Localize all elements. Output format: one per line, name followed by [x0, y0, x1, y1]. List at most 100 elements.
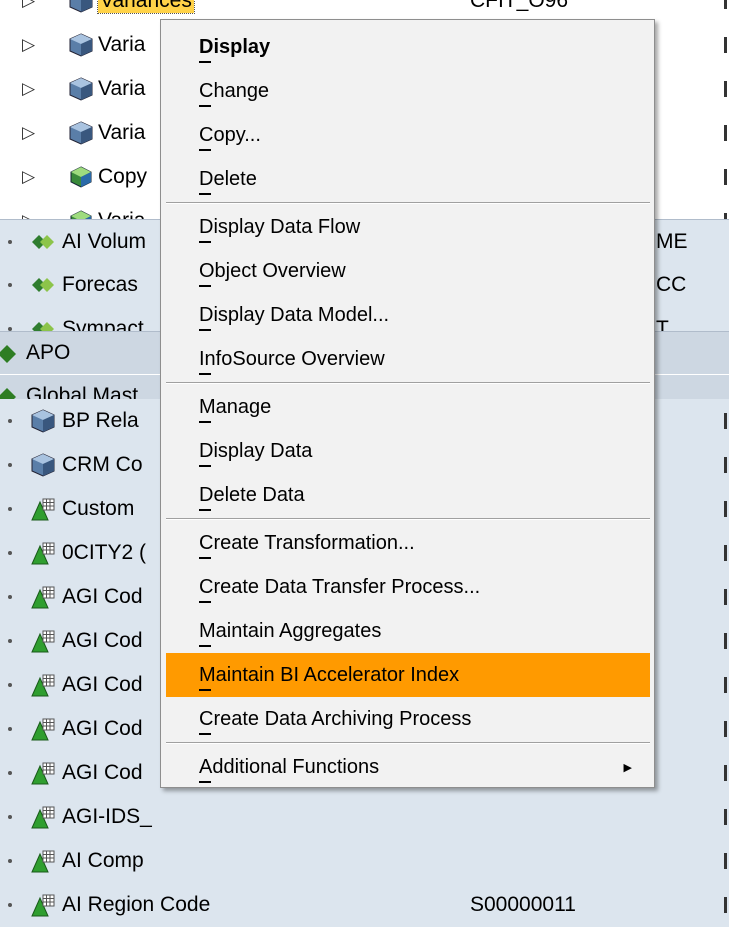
menu-item-change[interactable]: Change — [166, 69, 650, 113]
tree-row-technical-name: S00000011 — [470, 893, 576, 916]
tree-row-label[interactable]: AGI Cod — [62, 761, 143, 785]
tree-row-label[interactable]: Varia — [98, 121, 145, 145]
cube-icon — [68, 120, 94, 146]
menu-item-maintain-aggregates[interactable]: Maintain Aggregates — [166, 609, 650, 653]
mnemonic-underline — [199, 733, 211, 735]
menu-item-label: Display — [199, 35, 271, 58]
characteristic-icon — [30, 584, 56, 610]
tree-row-label[interactable]: AI Region Code — [62, 893, 210, 917]
tree-row-label[interactable]: AGI Cod — [62, 717, 143, 741]
tree-row-label[interactable]: Varia — [98, 77, 145, 101]
tree-row-label[interactable]: AI Comp — [62, 849, 144, 873]
tree-row[interactable]: AI Comp — [0, 839, 729, 883]
mnemonic-underline — [199, 465, 211, 467]
menu-item-delete-data[interactable]: Delete Data — [166, 473, 650, 517]
tree-row-label[interactable]: Variances — [97, 0, 195, 14]
cube-icon — [30, 408, 56, 434]
tree-row-label[interactable]: AGI-IDS_ — [62, 805, 152, 829]
menu-item-label: Display Data Flow — [199, 215, 361, 238]
mnemonic-underline — [199, 329, 211, 331]
menu-item-maintain-bi-accelerator-index[interactable]: Maintain BI Accelerator Index — [166, 653, 650, 697]
menu-item-copy[interactable]: Copy... — [166, 113, 650, 157]
characteristic-icon — [30, 628, 56, 654]
column-edge-marker — [724, 545, 727, 561]
menu-separator-highlight — [166, 383, 650, 384]
menu-item-label: Create Transformation... — [199, 531, 415, 554]
column-edge-marker — [724, 457, 727, 473]
menu-item-label: Display Data Model... — [199, 303, 390, 326]
folder-diamond-icon — [0, 341, 22, 367]
tree-row-label[interactable]: Varia — [98, 33, 145, 57]
menu-item-create-data-archiving-process[interactable]: Create Data Archiving Process — [166, 697, 650, 741]
menu-item-label: Create Data Archiving Process — [199, 707, 472, 730]
tree-line-dot — [8, 551, 12, 555]
tree-row-label[interactable]: Copy — [98, 165, 147, 189]
tree-row-label[interactable]: AI Volum — [62, 230, 146, 254]
mnemonic-underline — [199, 601, 211, 603]
expand-caret-icon[interactable]: ▷ — [22, 123, 35, 143]
cube-icon — [68, 32, 94, 58]
menu-item-delete[interactable]: Delete — [166, 157, 650, 201]
mnemonic-underline — [199, 689, 211, 691]
tree-row-label[interactable]: Forecas — [62, 273, 138, 297]
tree-row[interactable]: AGI-IDS_ — [0, 795, 729, 839]
mnemonic-underline — [199, 105, 211, 107]
context-menu: Display Change Copy... Delete Display Data F… — [160, 19, 655, 788]
column-edge-marker — [724, 897, 727, 913]
characteristic-icon — [30, 848, 56, 874]
menu-item-label: Change — [199, 79, 270, 102]
menu-item-label: Copy... — [199, 123, 261, 146]
menu-item-display-data-model[interactable]: Display Data Model... — [166, 293, 650, 337]
mnemonic-underline — [199, 645, 211, 647]
tree-row-label[interactable]: 0CITY2 ( — [62, 541, 146, 565]
expand-caret-icon[interactable]: ▷ — [22, 35, 35, 55]
characteristic-icon — [30, 496, 56, 522]
tree-row-label[interactable]: AGI Cod — [62, 629, 143, 653]
column-edge-marker — [724, 501, 727, 517]
cube-icon — [68, 76, 94, 102]
menu-item-display[interactable]: Display — [166, 25, 650, 69]
tree-line-dot — [8, 639, 12, 643]
multiprovider-icon — [68, 164, 94, 190]
menu-item-object-overview[interactable]: Object Overview — [166, 249, 650, 293]
menu-item-manage[interactable]: Manage — [166, 385, 650, 429]
tree-line-dot — [8, 771, 12, 775]
tree-row-technical-name: CFIT_O96 — [470, 0, 569, 12]
menu-item-display-data-flow[interactable]: Display Data Flow — [166, 205, 650, 249]
expand-caret-icon[interactable]: ▷ — [22, 167, 35, 187]
menu-item-infosource-overview[interactable]: InfoSource Overview — [166, 337, 650, 381]
menu-item-label: Delete — [199, 167, 257, 190]
characteristic-icon — [30, 540, 56, 566]
mnemonic-underline — [199, 285, 211, 287]
tree-row-label[interactable]: Custom — [62, 497, 134, 521]
tree-row-label[interactable]: BP Rela — [62, 409, 139, 433]
mnemonic-underline — [199, 373, 211, 375]
menu-item-create-data-transfer-process[interactable]: Create Data Transfer Process... — [166, 565, 650, 609]
characteristic-icon — [30, 716, 56, 742]
menu-item-label: Maintain BI Accelerator Index — [199, 663, 460, 686]
mnemonic-underline — [199, 781, 211, 783]
menu-item-additional-functions[interactable]: Additional Functions ▶ — [166, 745, 650, 789]
menu-item-label: InfoSource Overview — [199, 347, 385, 370]
column-edge-marker — [724, 169, 727, 185]
tree-row[interactable]: AI Region Code S00000011 — [0, 883, 729, 927]
tree-row-suffix: ME — [656, 229, 688, 253]
tree-line-dot — [8, 240, 12, 244]
menu-item-label: Display Data — [199, 439, 313, 462]
menu-item-create-transformation[interactable]: Create Transformation... — [166, 521, 650, 565]
menu-item-label: Create Data Transfer Process... — [199, 575, 481, 598]
tree-row-label[interactable]: AGI Cod — [62, 673, 143, 697]
column-edge-marker — [724, 809, 727, 825]
cube-icon — [30, 452, 56, 478]
mnemonic-underline — [199, 149, 211, 151]
menu-item-display-data[interactable]: Display Data — [166, 429, 650, 473]
tree-row-label[interactable]: CRM Co — [62, 453, 143, 477]
tree-row-label[interactable]: AGI Cod — [62, 585, 143, 609]
tree-row-label[interactable]: APO — [26, 341, 70, 365]
column-edge-marker — [724, 633, 727, 649]
expand-caret-icon[interactable]: ▷ — [22, 79, 35, 99]
expand-caret-icon[interactable]: ▷ — [22, 0, 35, 11]
column-edge-marker — [724, 765, 727, 781]
column-edge-marker — [724, 0, 727, 9]
mnemonic-underline — [199, 241, 211, 243]
